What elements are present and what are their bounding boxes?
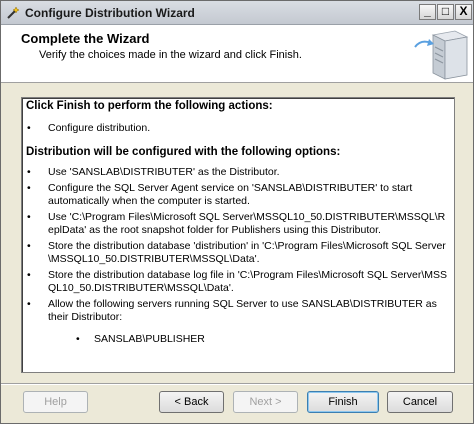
wizard-header: Complete the Wizard Verify the choices m…: [1, 25, 473, 83]
close-button[interactable]: X: [455, 4, 472, 20]
publisher-item: • SANSLAB\PUBLISHER: [76, 333, 205, 345]
separator: [1, 383, 473, 385]
list-item: • Store the distribution database 'distr…: [27, 240, 446, 265]
wizard-window: Configure Distribution Wizard _ □ X Comp…: [0, 0, 474, 424]
summary-report[interactable]: Click Finish to perform the following ac…: [21, 97, 455, 373]
minimize-button[interactable]: _: [419, 4, 436, 20]
page-subtitle: Verify the choices made in the wizard an…: [39, 49, 302, 61]
next-button[interactable]: Next >: [233, 391, 298, 413]
help-button[interactable]: Help: [23, 391, 88, 413]
finish-button[interactable]: Finish: [307, 391, 379, 413]
window-title: Configure Distribution Wizard: [25, 6, 195, 20]
list-item: • Allow the following servers running SQ…: [27, 298, 437, 323]
list-item: • Configure the SQL Server Agent service…: [27, 182, 413, 207]
server-icon: [411, 27, 469, 81]
list-item: • Configure distribution.: [27, 122, 151, 134]
cancel-button[interactable]: Cancel: [387, 391, 453, 413]
wizard-icon: [7, 6, 20, 19]
back-button[interactable]: < Back: [159, 391, 224, 413]
options-heading: Distribution will be configured with the…: [26, 145, 341, 158]
actions-heading: Click Finish to perform the following ac…: [26, 100, 273, 112]
list-item: • Use 'C:\Program Files\Microsoft SQL Se…: [27, 211, 446, 236]
list-item: • Store the distribution database log fi…: [27, 269, 448, 294]
maximize-button[interactable]: □: [437, 4, 454, 20]
list-item: • Use 'SANSLAB\DISTRIBUTER' as the Distr…: [27, 165, 280, 178]
title-bar[interactable]: Configure Distribution Wizard _ □ X: [1, 1, 473, 25]
page-title: Complete the Wizard: [21, 31, 150, 46]
